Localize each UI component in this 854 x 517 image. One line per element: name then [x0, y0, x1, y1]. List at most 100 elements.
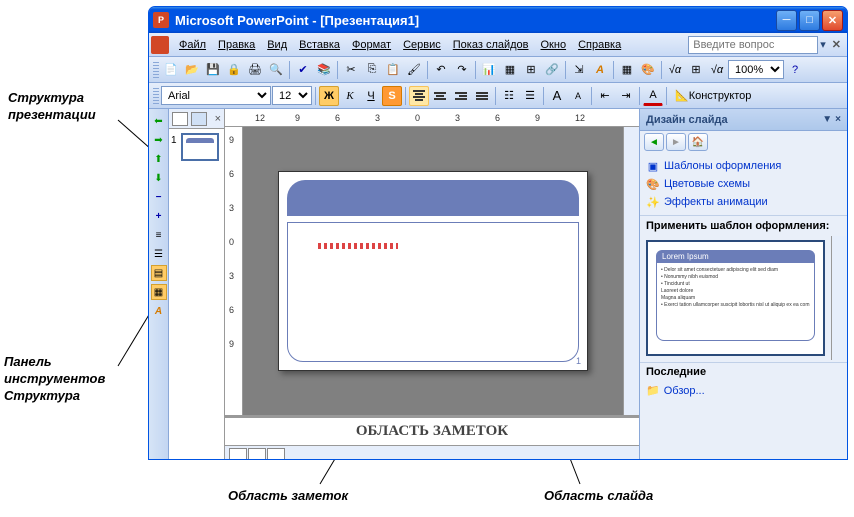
hyperlink-button[interactable]: 🔗 [542, 60, 562, 80]
templates-link[interactable]: ▣Шаблоны оформления [646, 157, 841, 175]
preview-button[interactable]: 🔍 [266, 60, 286, 80]
slide-canvas[interactable]: 1 [243, 127, 623, 415]
outline-tab[interactable] [172, 112, 188, 126]
maximize-button[interactable]: □ [799, 10, 820, 31]
equation2-button[interactable]: √α [707, 60, 727, 80]
menu-view[interactable]: Вид [261, 36, 293, 54]
expand-all-button[interactable]: ☰ [151, 246, 167, 262]
decrease-indent-button[interactable]: ⇤ [595, 86, 615, 106]
color-schemes-icon: 🎨 [646, 177, 660, 191]
taskpane-scrollbar[interactable] [831, 236, 847, 360]
menu-window[interactable]: Окно [535, 36, 573, 54]
open-button[interactable]: 📂 [182, 60, 202, 80]
menu-slideshow[interactable]: Показ слайдов [447, 36, 535, 54]
slide-body-placeholder[interactable] [287, 222, 579, 362]
redo-button[interactable]: ↷ [452, 60, 472, 80]
equation1-button[interactable]: √α [665, 60, 685, 80]
template-preview[interactable]: Lorem Ipsum • Delor sit amet consectetue… [646, 240, 825, 356]
font-combo[interactable]: Arial [161, 86, 271, 105]
demote-button[interactable]: ➡ [151, 132, 167, 148]
minimize-button[interactable]: ─ [776, 10, 797, 31]
ask-dropdown-icon[interactable]: ▾ [820, 38, 826, 51]
taskpane-forward-button[interactable]: ► [666, 133, 686, 151]
align-right-button[interactable] [451, 86, 471, 106]
numbering-button[interactable]: ☷ [499, 86, 519, 106]
promote-button[interactable]: ⬅ [151, 113, 167, 129]
browse-link[interactable]: 📁Обзор... [640, 381, 847, 400]
fontsize-combo[interactable]: 12 [272, 86, 312, 105]
expand-button[interactable]: ⇲ [569, 60, 589, 80]
titlebar: P Microsoft PowerPoint - [Презентация1] … [149, 7, 847, 33]
copy-button[interactable]: ⎘ [362, 60, 382, 80]
slides-tab[interactable] [191, 112, 207, 126]
taskpane-home-button[interactable]: 🏠 [688, 133, 708, 151]
designer-button[interactable]: 📐Конструктор [670, 86, 756, 106]
collapse-all-button[interactable]: ≡ [151, 227, 167, 243]
align-justify-button[interactable] [472, 86, 492, 106]
sorter-view-button[interactable] [248, 448, 266, 461]
shadow-button[interactable]: S [382, 86, 402, 106]
italic-button[interactable]: К [340, 86, 360, 106]
doc-close-button[interactable]: ✕ [828, 38, 845, 51]
show-formatting-button[interactable]: ▦ [151, 284, 167, 300]
show-format-toggle[interactable]: A [151, 303, 167, 319]
increase-indent-button[interactable]: ⇥ [616, 86, 636, 106]
spell-button[interactable]: ✔ [293, 60, 313, 80]
table-button[interactable]: ▦ [500, 60, 520, 80]
toolbar-grip[interactable] [153, 62, 159, 78]
color-button[interactable]: 🎨 [638, 60, 658, 80]
slide-thumbnail[interactable] [181, 133, 219, 161]
align-left-button[interactable] [409, 86, 429, 106]
align-center-button[interactable] [430, 86, 450, 106]
move-down-button[interactable]: ⬇ [151, 170, 167, 186]
toolbar-grip[interactable] [153, 88, 159, 104]
underline-button[interactable]: Ч [361, 86, 381, 106]
menu-edit[interactable]: Правка [212, 36, 261, 54]
print-button[interactable]: 🖨 [245, 60, 265, 80]
taskpane-dropdown-icon[interactable]: ▼ [822, 114, 832, 125]
move-up-button[interactable]: ⬆ [151, 151, 167, 167]
grid-button[interactable]: ▦ [617, 60, 637, 80]
save-button[interactable]: 💾 [203, 60, 223, 80]
normal-view-button[interactable] [229, 448, 247, 461]
notes-pane[interactable]: ОБЛАСТЬ ЗАМЕТОК [225, 415, 639, 445]
vertical-scrollbar[interactable] [623, 127, 639, 415]
research-button[interactable]: 📚 [314, 60, 334, 80]
tables-borders-button[interactable]: ⊞ [521, 60, 541, 80]
grid2-button[interactable]: ⊞ [686, 60, 706, 80]
animation-link[interactable]: ✨Эффекты анимации [646, 193, 841, 211]
decrease-font-button[interactable]: A [568, 86, 588, 106]
new-button[interactable]: 📄 [161, 60, 181, 80]
bold-button[interactable]: Ж [319, 86, 339, 106]
collapse-button[interactable]: − [151, 189, 167, 205]
format-painter-button[interactable]: 🖌 [404, 60, 424, 80]
ask-question-input[interactable] [688, 36, 818, 54]
menu-insert[interactable]: Вставка [293, 36, 346, 54]
help-button[interactable]: ? [785, 60, 805, 80]
menu-file[interactable]: Файл [173, 36, 212, 54]
menu-help[interactable]: Справка [572, 36, 627, 54]
menu-format[interactable]: Формат [346, 36, 397, 54]
undo-button[interactable]: ↶ [431, 60, 451, 80]
bullets-button[interactable]: ☰ [520, 86, 540, 106]
taskpane-close-button[interactable]: × [835, 114, 841, 125]
menu-tools[interactable]: Сервис [397, 36, 447, 54]
paste-button[interactable]: 📋 [383, 60, 403, 80]
taskpane-back-button[interactable]: ◄ [644, 133, 664, 151]
zoom-combo[interactable]: 100% [728, 60, 784, 79]
color-schemes-link[interactable]: 🎨Цветовые схемы [646, 175, 841, 193]
slideshow-view-button[interactable] [267, 448, 285, 461]
increase-font-button[interactable]: A [547, 86, 567, 106]
outline-close-button[interactable]: × [215, 113, 221, 125]
slide[interactable]: 1 [278, 171, 588, 371]
expand-button[interactable]: + [151, 208, 167, 224]
chart-button[interactable]: 📊 [479, 60, 499, 80]
close-button[interactable]: ✕ [822, 10, 843, 31]
summary-button[interactable]: ▤ [151, 265, 167, 281]
cut-button[interactable]: ✂ [341, 60, 361, 80]
permission-button[interactable]: 🔒 [224, 60, 244, 80]
slide-title-placeholder[interactable] [287, 180, 579, 216]
font-color-button[interactable]: A [643, 86, 663, 106]
show-formatting-button[interactable]: A [590, 60, 610, 80]
vertical-ruler: 9 6 3 0 3 6 9 [225, 127, 243, 415]
